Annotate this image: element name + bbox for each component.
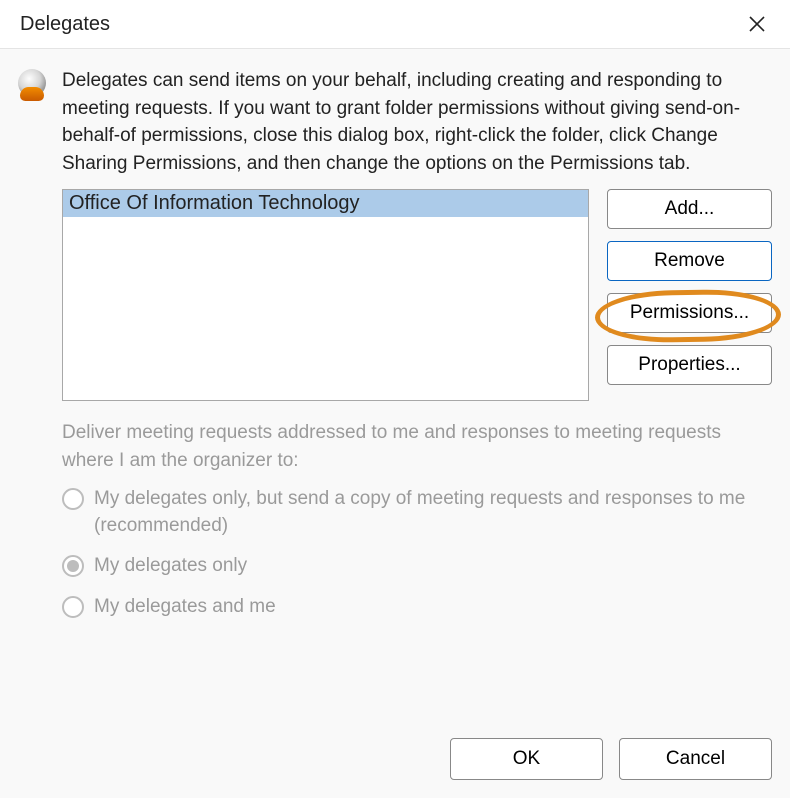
delivery-radio-group: My delegates only, but send a copy of me…: [62, 486, 772, 634]
cancel-button[interactable]: Cancel: [619, 738, 772, 780]
delivery-section-label: Deliver meeting requests addressed to me…: [62, 419, 772, 474]
dialog-content: Delegates can send items on your behalf,…: [0, 48, 790, 798]
radio-label-2: My delegates only: [94, 553, 247, 580]
radio-label-1: My delegates only, but send a copy of me…: [94, 486, 772, 539]
list-row: Office Of Information Technology Add... …: [62, 189, 772, 401]
add-button[interactable]: Add...: [607, 189, 772, 229]
footer-buttons: OK Cancel: [450, 738, 772, 780]
close-icon: [748, 15, 766, 33]
button-column: Add... Remove Permissions... Properties.…: [607, 189, 772, 401]
radio-delegates-and-me[interactable]: [62, 596, 84, 618]
titlebar: Delegates: [0, 0, 790, 48]
main-column: Delegates can send items on your behalf,…: [62, 67, 772, 798]
radio-delegates-copy[interactable]: [62, 488, 84, 510]
ok-button[interactable]: OK: [450, 738, 603, 780]
delegate-user-icon: [18, 69, 46, 97]
close-button[interactable]: [738, 9, 776, 39]
permissions-button[interactable]: Permissions...: [607, 293, 772, 333]
remove-button[interactable]: Remove: [607, 241, 772, 281]
list-item[interactable]: Office Of Information Technology: [63, 190, 588, 217]
radio-row-3: My delegates and me: [62, 594, 772, 621]
radio-row-2: My delegates only: [62, 553, 772, 580]
delegates-listbox[interactable]: Office Of Information Technology: [62, 189, 589, 401]
dialog-title: Delegates: [20, 13, 110, 36]
description-text: Delegates can send items on your behalf,…: [62, 67, 772, 177]
radio-label-3: My delegates and me: [94, 594, 276, 621]
radio-row-1: My delegates only, but send a copy of me…: [62, 486, 772, 539]
radio-delegates-only[interactable]: [62, 555, 84, 577]
icon-column: [18, 67, 48, 798]
properties-button[interactable]: Properties...: [607, 345, 772, 385]
